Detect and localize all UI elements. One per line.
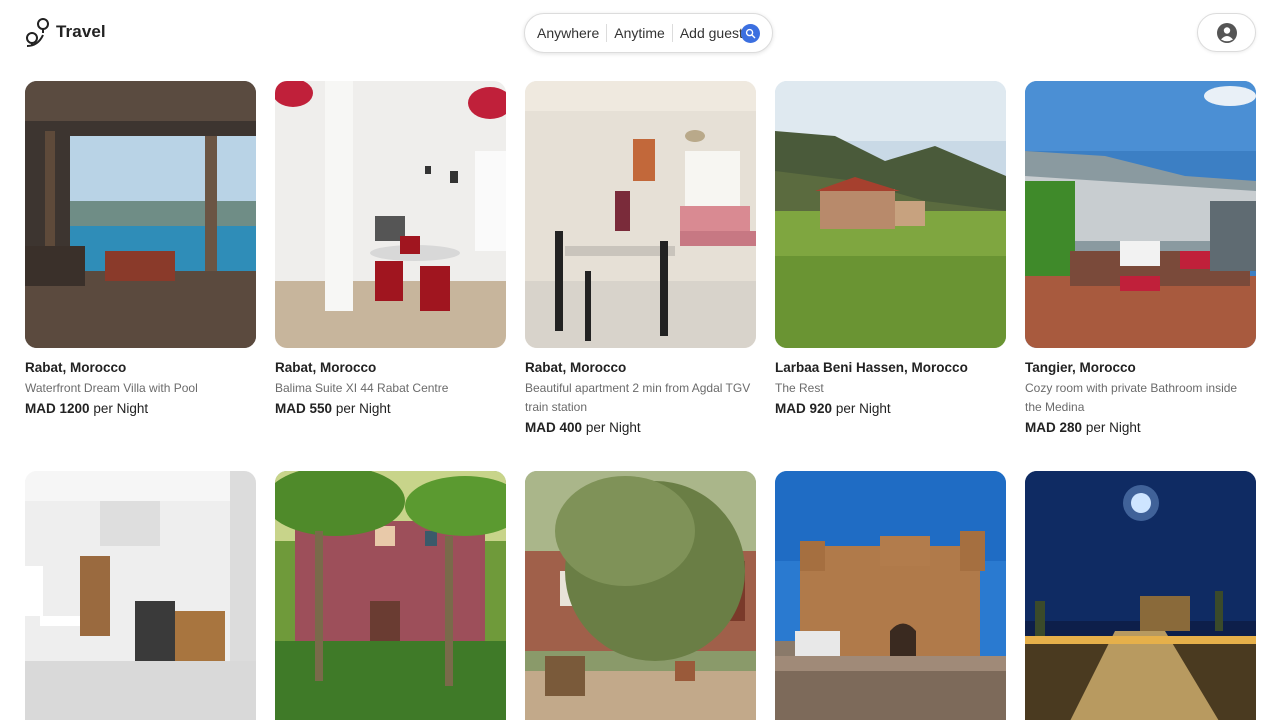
- price-currency: MAD: [25, 401, 56, 416]
- price-amount: 920: [809, 401, 833, 416]
- listing-photo-image: [275, 471, 506, 720]
- listing-card[interactable]: Larbaa Beni Hassen, Morocco The Rest MAD…: [775, 81, 1006, 471]
- listing-photo[interactable]: [1025, 471, 1256, 720]
- listing-card[interactable]: [1025, 471, 1256, 720]
- price-unit: per Night: [1085, 420, 1141, 435]
- listing-photo-image: [25, 81, 256, 348]
- listing-photo-image: [525, 81, 756, 348]
- price-amount: 280: [1059, 420, 1083, 435]
- listing-title: Beautiful apartment 2 min from Agdal TGV…: [525, 381, 751, 414]
- listing-price: MAD 1200 per Night: [25, 401, 256, 416]
- listing-photo[interactable]: [525, 81, 756, 348]
- price-currency: MAD: [275, 401, 306, 416]
- listing-photo[interactable]: [525, 471, 756, 720]
- listing-photo[interactable]: [275, 81, 506, 348]
- listing-photo-image: [25, 471, 256, 720]
- listing-location: Larbaa Beni Hassen, Morocco: [775, 360, 968, 375]
- search-button[interactable]: [741, 24, 760, 43]
- listing-card[interactable]: [275, 471, 506, 720]
- price-amount: 550: [309, 401, 333, 416]
- listing-photo-image: [775, 471, 1006, 720]
- listing-card[interactable]: [25, 471, 256, 720]
- listing-card[interactable]: Rabat, Morocco Balima Suite XI 44 Rabat …: [275, 81, 506, 471]
- listing-photo-image: [275, 81, 506, 348]
- listing-photo-image: [525, 471, 756, 720]
- top-navbar: Travel Anywhere Anytime Add guests: [0, 0, 1280, 66]
- listing-photo[interactable]: [25, 471, 256, 720]
- listing-card[interactable]: [525, 471, 756, 720]
- price-currency: MAD: [775, 401, 806, 416]
- price-currency: MAD: [1025, 420, 1056, 435]
- listing-card[interactable]: [775, 471, 1006, 720]
- listing-title: Cozy room with private Bathroom inside t…: [1025, 381, 1238, 414]
- user-avatar-icon: [1216, 22, 1237, 43]
- listing-photo[interactable]: [275, 471, 506, 720]
- search-anywhere[interactable]: Anywhere: [537, 25, 606, 41]
- search-bar[interactable]: Anywhere Anytime Add guests: [524, 13, 773, 53]
- price-currency: MAD: [525, 420, 556, 435]
- listing-photo[interactable]: [775, 81, 1006, 348]
- location-pins-icon: [26, 18, 49, 47]
- listing-location: Rabat, Morocco: [525, 360, 627, 375]
- listing-photo-image: [775, 81, 1006, 348]
- listing-photo-image: [1025, 81, 1256, 348]
- listing-photo[interactable]: [1025, 81, 1256, 348]
- listing-location: Rabat, Morocco: [275, 360, 377, 375]
- listing-price: MAD 550 per Night: [275, 401, 506, 416]
- logo[interactable]: Travel: [24, 16, 106, 48]
- price-unit: per Night: [835, 401, 891, 416]
- listing-card[interactable]: Rabat, Morocco Waterfront Dream Villa wi…: [25, 81, 256, 471]
- listing-price: MAD 280 per Night: [1025, 420, 1256, 435]
- search-icon: [745, 28, 756, 39]
- listing-card[interactable]: Tangier, Morocco Cozy room with private …: [1025, 81, 1256, 471]
- price-unit: per Night: [335, 401, 391, 416]
- price-amount: 1200: [59, 401, 90, 416]
- listing-title: Waterfront Dream Villa with Pool: [25, 381, 198, 395]
- profile-button[interactable]: [1197, 13, 1256, 52]
- logo-text: Travel: [56, 22, 106, 41]
- listing-price: MAD 920 per Night: [775, 401, 1006, 416]
- listing-title: Balima Suite XI 44 Rabat Centre: [275, 381, 449, 395]
- listing-photo[interactable]: [25, 81, 256, 348]
- listing-photo[interactable]: [775, 471, 1006, 720]
- listing-price: MAD 400 per Night: [525, 420, 756, 435]
- listing-location: Rabat, Morocco: [25, 360, 127, 375]
- listing-photo-image: [1025, 471, 1256, 720]
- price-unit: per Night: [585, 420, 641, 435]
- price-unit: per Night: [93, 401, 149, 416]
- search-anytime[interactable]: Anytime: [607, 25, 672, 41]
- listings-grid: Rabat, Morocco Waterfront Dream Villa wi…: [25, 81, 1257, 720]
- price-amount: 400: [559, 420, 583, 435]
- listing-title: The Rest: [775, 381, 824, 395]
- listing-card[interactable]: Rabat, Morocco Beautiful apartment 2 min…: [525, 81, 756, 471]
- listing-location: Tangier, Morocco: [1025, 360, 1136, 375]
